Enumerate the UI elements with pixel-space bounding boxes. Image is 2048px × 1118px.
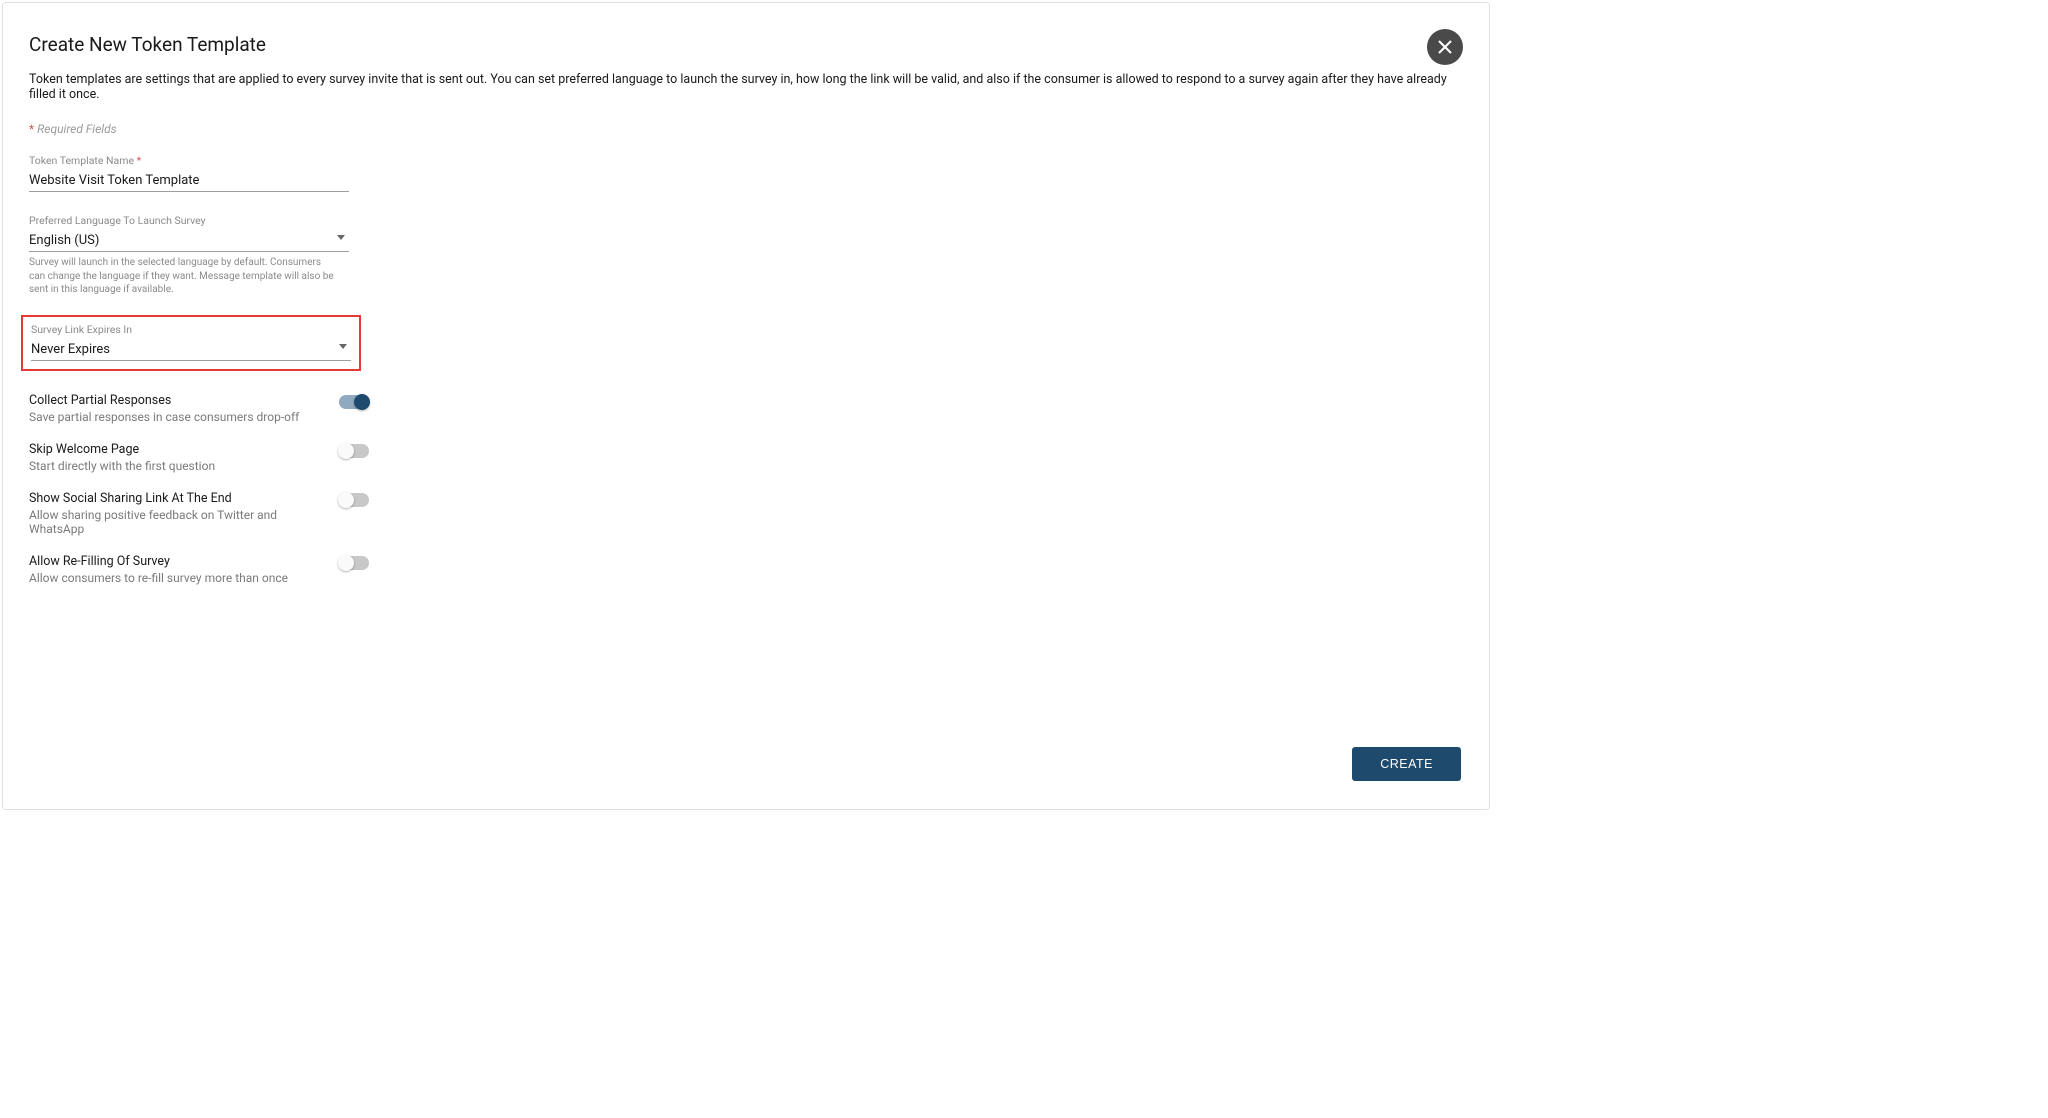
expires-select-value: Never Expires xyxy=(31,338,351,361)
skip-welcome-sub: Start directly with the first question xyxy=(29,459,327,473)
skip-welcome-title: Skip Welcome Page xyxy=(29,442,327,457)
collect-partial-title: Collect Partial Responses xyxy=(29,393,327,408)
social-sharing-sub: Allow sharing positive feedback on Twitt… xyxy=(29,508,327,536)
token-name-label-text: Token Template Name xyxy=(29,154,134,167)
close-button[interactable] xyxy=(1427,29,1463,65)
skip-welcome-row: Skip Welcome Page Start directly with th… xyxy=(29,442,369,473)
expires-label: Survey Link Expires In xyxy=(31,323,351,336)
expires-select[interactable]: Never Expires xyxy=(31,338,351,361)
social-sharing-title: Show Social Sharing Link At The End xyxy=(29,491,327,506)
language-helper: Survey will launch in the selected langu… xyxy=(29,256,339,297)
allow-refill-title: Allow Re-Filling Of Survey xyxy=(29,554,327,569)
allow-refill-sub: Allow consumers to re-fill survey more t… xyxy=(29,571,327,585)
allow-refill-row: Allow Re-Filling Of Survey Allow consume… xyxy=(29,554,369,585)
required-fields-text: Required Fields xyxy=(37,122,117,136)
page-title: Create New Token Template xyxy=(29,33,1463,56)
required-fields-note: * Required Fields xyxy=(29,122,1463,136)
create-button[interactable]: CREATE xyxy=(1352,747,1461,781)
token-name-input[interactable] xyxy=(29,169,349,192)
social-sharing-row: Show Social Sharing Link At The End Allo… xyxy=(29,491,369,536)
collect-partial-sub: Save partial responses in case consumers… xyxy=(29,410,327,424)
expires-group: Survey Link Expires In Never Expires xyxy=(31,323,351,361)
skip-welcome-toggle[interactable] xyxy=(339,444,369,458)
token-name-label: Token Template Name * xyxy=(29,154,349,167)
language-select[interactable]: English (US) xyxy=(29,229,349,252)
language-select-value: English (US) xyxy=(29,229,349,252)
token-template-panel: Create New Token Template Token template… xyxy=(2,2,1490,810)
expires-highlight: Survey Link Expires In Never Expires xyxy=(21,315,361,371)
allow-refill-toggle[interactable] xyxy=(339,556,369,570)
token-name-group: Token Template Name * xyxy=(29,154,349,192)
collect-partial-toggle[interactable] xyxy=(339,395,369,409)
collect-partial-row: Collect Partial Responses Save partial r… xyxy=(29,393,369,424)
language-group: Preferred Language To Launch Survey Engl… xyxy=(29,214,349,297)
page-description: Token templates are settings that are ap… xyxy=(29,72,1463,102)
language-label: Preferred Language To Launch Survey xyxy=(29,214,349,227)
close-icon xyxy=(1438,40,1452,54)
social-sharing-toggle[interactable] xyxy=(339,493,369,507)
